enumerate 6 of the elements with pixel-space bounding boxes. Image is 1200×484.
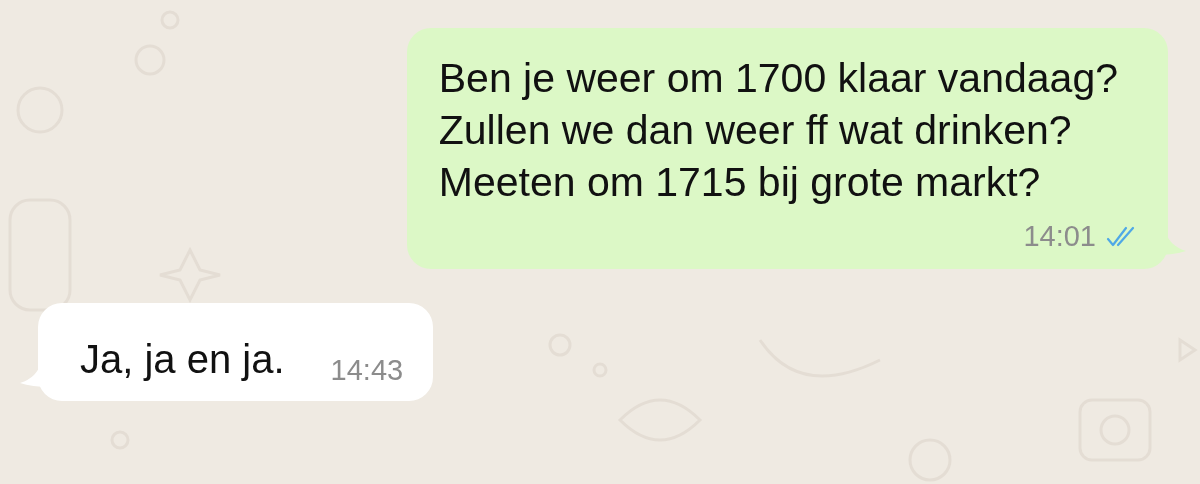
message-time: 14:01	[1023, 220, 1096, 253]
message-text: Ja, ja en ja.	[80, 336, 285, 383]
message-text: Meeten om 1715 bij grote markt?	[438, 158, 1042, 207]
message-time: 14:43	[330, 354, 404, 387]
message-text: Ben je weer om 1700 klaar vandaag?	[438, 54, 1118, 103]
message-text: Zullen we dan weer ff wat drinken?	[438, 106, 1073, 155]
